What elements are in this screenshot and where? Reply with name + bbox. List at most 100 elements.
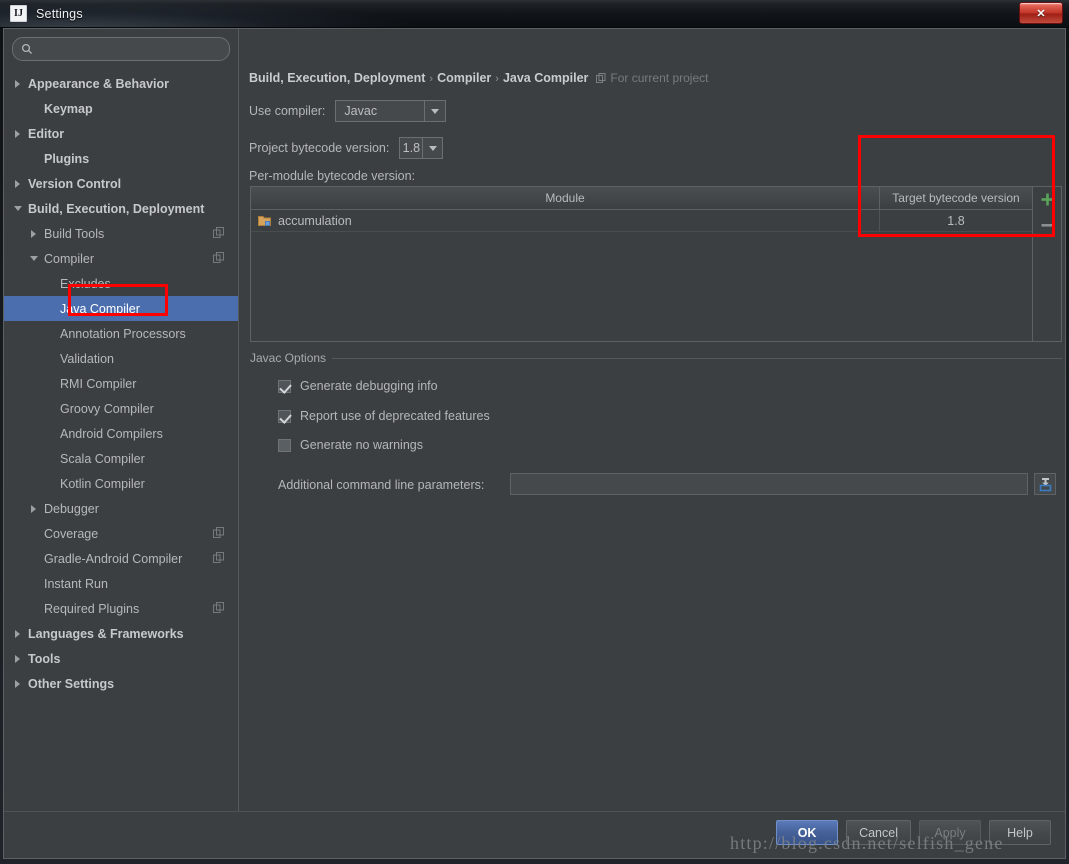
insert-macro-button[interactable] xyxy=(1034,473,1056,495)
per-module-label: Per-module bytecode version: xyxy=(249,169,416,183)
sidebar-item-groovy-compiler[interactable]: Groovy Compiler xyxy=(4,396,238,421)
sidebar-item-label: Validation xyxy=(60,351,114,366)
sidebar-item-coverage[interactable]: Coverage xyxy=(4,521,238,546)
sidebar-item-keymap[interactable]: Keymap xyxy=(4,96,238,121)
sidebar-item-build-execution-deployment[interactable]: Build, Execution, Deployment xyxy=(4,196,238,221)
scope-text: For current project xyxy=(610,71,709,85)
sidebar-item-appearance-behavior[interactable]: Appearance & Behavior xyxy=(4,71,238,96)
checkbox-generate-no-warnings[interactable] xyxy=(278,438,291,452)
sidebar-item-label: Annotation Processors xyxy=(60,326,186,341)
sidebar-item-excludes[interactable]: Excludes xyxy=(4,271,238,296)
sidebar-item-kotlin-compiler[interactable]: Kotlin Compiler xyxy=(4,471,238,496)
sidebar-item-annotation-processors[interactable]: Annotation Processors xyxy=(4,321,238,346)
chevron-right-icon[interactable] xyxy=(12,177,25,190)
sidebar-item-editor[interactable]: Editor xyxy=(4,121,238,146)
remove-module-button[interactable] xyxy=(1038,216,1056,234)
project-scope-icon xyxy=(596,73,606,83)
sidebar-item-instant-run[interactable]: Instant Run xyxy=(4,571,238,596)
project-scope-icon xyxy=(213,527,224,538)
chevron-right-icon[interactable] xyxy=(12,127,25,140)
chevron-right-icon[interactable] xyxy=(28,227,41,240)
sidebar-item-compiler[interactable]: Compiler xyxy=(4,246,238,271)
sidebar-item-validation[interactable]: Validation xyxy=(4,346,238,371)
column-header-target-bytecode-version[interactable]: Target bytecode version xyxy=(880,187,1032,209)
breadcrumb-part-2[interactable]: Compiler xyxy=(437,71,491,85)
chevron-down-icon[interactable] xyxy=(28,252,41,265)
sidebar-item-label: Instant Run xyxy=(44,576,108,591)
breadcrumb: Build, Execution, Deployment › Compiler › Ja… xyxy=(249,71,708,85)
close-icon[interactable]: ✕ xyxy=(1019,2,1063,24)
search-icon xyxy=(21,43,33,55)
checkbox-label: Report use of deprecated features xyxy=(300,409,490,423)
checkbox-report-use-of-deprecated-features[interactable] xyxy=(278,409,291,423)
sidebar-item-java-compiler[interactable]: Java Compiler xyxy=(4,296,238,321)
sidebar-item-other-settings[interactable]: Other Settings xyxy=(4,671,238,696)
chevron-right-icon[interactable] xyxy=(12,627,25,640)
sidebar-item-rmi-compiler[interactable]: RMI Compiler xyxy=(4,371,238,396)
project-bytecode-row: Project bytecode version: 1.8 xyxy=(249,137,444,159)
sidebar-item-label: Android Compilers xyxy=(60,426,163,441)
sidebar-item-tools[interactable]: Tools xyxy=(4,646,238,671)
use-compiler-combo[interactable]: Javac xyxy=(335,100,447,122)
project-bytecode-value: 1.8 xyxy=(402,141,421,155)
table-body-wrapper: Module Target bytecode version accumulat… xyxy=(251,187,1032,341)
checkbox-row[interactable]: Generate no warnings xyxy=(278,438,423,452)
sidebar-item-label: Editor xyxy=(28,126,65,141)
sidebar-item-version-control[interactable]: Version Control xyxy=(4,171,238,196)
sidebar-item-debugger[interactable]: Debugger xyxy=(4,496,238,521)
sidebar-item-scala-compiler[interactable]: Scala Compiler xyxy=(4,446,238,471)
chevron-down-icon[interactable] xyxy=(12,202,25,215)
checkbox-generate-debugging-info[interactable] xyxy=(278,379,291,393)
project-bytecode-combo[interactable]: 1.8 xyxy=(399,137,444,159)
sidebar-item-label: Compiler xyxy=(44,251,95,266)
watermark-text: http://blog.csdn.net/selfish_gene xyxy=(730,833,1004,853)
cell-module[interactable]: accumulation xyxy=(251,210,880,231)
chevron-right-icon[interactable] xyxy=(12,77,25,90)
table-row[interactable]: accumulation 1.8 xyxy=(251,210,1032,232)
sidebar-item-plugins[interactable]: Plugins xyxy=(4,146,238,171)
chevron-right-icon[interactable] xyxy=(12,677,25,690)
use-compiler-value: Javac xyxy=(344,104,378,118)
add-module-button[interactable] xyxy=(1038,190,1056,208)
checkbox-row[interactable]: Generate debugging info xyxy=(278,379,438,393)
project-scope-icon xyxy=(213,227,224,238)
sidebar-item-android-compilers[interactable]: Android Compilers xyxy=(4,421,238,446)
chevron-right-icon[interactable] xyxy=(28,502,41,515)
additional-params-input[interactable] xyxy=(510,473,1028,495)
search-input[interactable] xyxy=(33,39,221,59)
sidebar-item-label: Languages & Frameworks xyxy=(28,626,184,641)
sidebar-item-languages-frameworks[interactable]: Languages & Frameworks xyxy=(4,621,238,646)
additional-params-label: Additional command line parameters: xyxy=(278,478,485,492)
sidebar-item-label: Keymap xyxy=(44,101,93,116)
column-header-module[interactable]: Module xyxy=(251,187,880,209)
sidebar-item-required-plugins[interactable]: Required Plugins xyxy=(4,596,238,621)
sidebar-item-build-tools[interactable]: Build Tools xyxy=(4,221,238,246)
settings-dialog-window: IJ Settings ✕ Appearance & Behavior Keym… xyxy=(0,0,1069,864)
sidebar-item-gradle-android-compiler[interactable]: Gradle-Android Compiler xyxy=(4,546,238,571)
chevron-down-icon[interactable] xyxy=(422,138,443,158)
settings-dialog: Appearance & Behavior Keymap Editor Plugins… xyxy=(3,28,1066,859)
search-box[interactable] xyxy=(12,37,230,61)
intellij-logo-text: IJ xyxy=(14,7,23,19)
checkbox-row[interactable]: Report use of deprecated features xyxy=(278,409,490,423)
sidebar-item-label: Gradle-Android Compiler xyxy=(44,551,183,566)
search-container xyxy=(4,29,238,67)
chevron-right-icon[interactable] xyxy=(12,652,25,665)
sidebar-item-label: Appearance & Behavior xyxy=(28,76,170,91)
table-rows: accumulation 1.8 xyxy=(251,210,1032,341)
sidebar-item-label: Scala Compiler xyxy=(60,451,145,466)
checkbox-label: Generate no warnings xyxy=(300,438,423,452)
chevron-down-icon[interactable] xyxy=(424,101,446,121)
cell-target-bytecode-version[interactable]: 1.8 xyxy=(880,210,1032,231)
breadcrumb-part-1[interactable]: Build, Execution, Deployment xyxy=(249,71,425,85)
